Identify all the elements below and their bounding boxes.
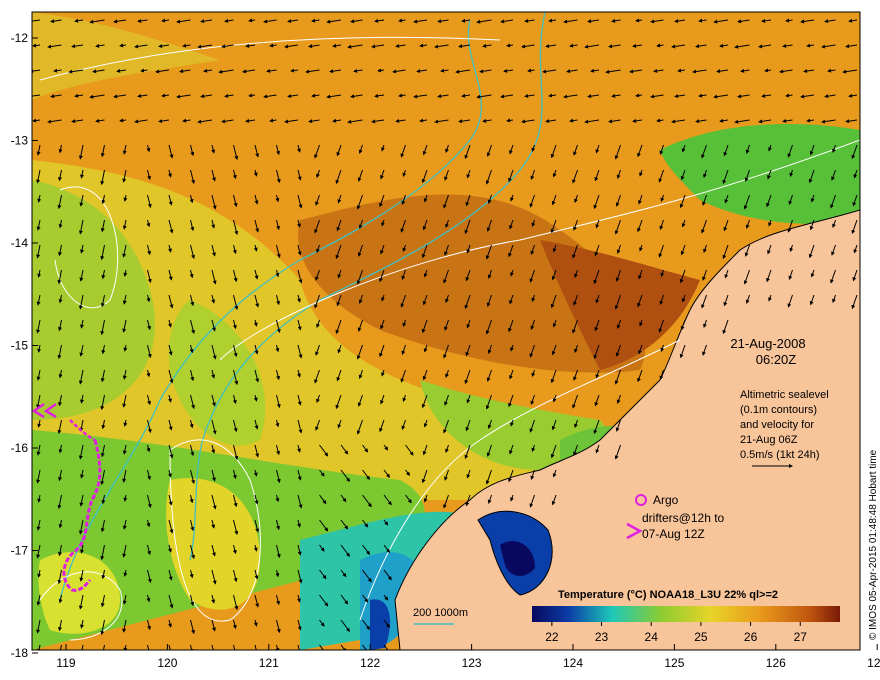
lon-tick-label: 127 xyxy=(867,656,880,670)
description-line: and velocity for xyxy=(740,419,814,431)
lon-tick-label: 122 xyxy=(360,656,380,670)
credit-text: © IMOS 05-Apr-2015 01:48:48 Hobart time xyxy=(868,449,879,640)
lat-tick-label: -15 xyxy=(11,339,29,353)
map-time: 06:20Z xyxy=(756,352,797,367)
depth-legend-label: 200 1000m xyxy=(413,607,468,619)
argo-label: Argo xyxy=(653,493,679,507)
colorbar-tick-label: 25 xyxy=(694,630,708,644)
lat-tick-label: -14 xyxy=(11,236,29,250)
colorbar-tick-label: 22 xyxy=(545,630,559,644)
description-line: Altimetric sealevel xyxy=(740,389,829,401)
colorbar-tick-label: 23 xyxy=(595,630,609,644)
lat-tick-label: -17 xyxy=(11,544,29,558)
lon-tick-label: 124 xyxy=(563,656,583,670)
lon-tick-label: 119 xyxy=(56,656,75,670)
colorbar-title: Temperature (°C) NOAA18_L3U 22% ql>=2 xyxy=(558,589,778,601)
colorbar xyxy=(532,606,840,622)
lon-tick-label: 123 xyxy=(462,656,482,670)
lon-tick-label: 120 xyxy=(157,656,177,670)
lat-tick-label: -12 xyxy=(11,31,29,45)
lat-tick-label: -13 xyxy=(11,134,29,148)
lon-tick-label: 125 xyxy=(664,656,684,670)
description-line: 21-Aug 06Z xyxy=(740,434,798,446)
colorbar-tick-label: 24 xyxy=(645,630,659,644)
colorbar-tick-label: 27 xyxy=(794,630,808,644)
lat-tick-label: -18 xyxy=(11,646,29,660)
colorbar-tick-label: 26 xyxy=(744,630,758,644)
description-line: 0.5m/s (1kt 24h) xyxy=(740,449,819,461)
lon-tick-label: 126 xyxy=(766,656,786,670)
lat-tick-label: -16 xyxy=(11,441,29,455)
ocean-temperature-map: -12 -13 -14 -15 -16 -17 -18 119 120 121 122 123 124… xyxy=(11,11,880,670)
map-date: 21-Aug-2008 xyxy=(730,336,805,351)
lon-tick-label: 121 xyxy=(259,656,279,670)
drifter-label-line: drifters@12h to xyxy=(642,511,725,525)
description-line: (0.1m contours) xyxy=(740,404,817,416)
drifter-label-line: 07-Aug 12Z xyxy=(642,527,705,541)
